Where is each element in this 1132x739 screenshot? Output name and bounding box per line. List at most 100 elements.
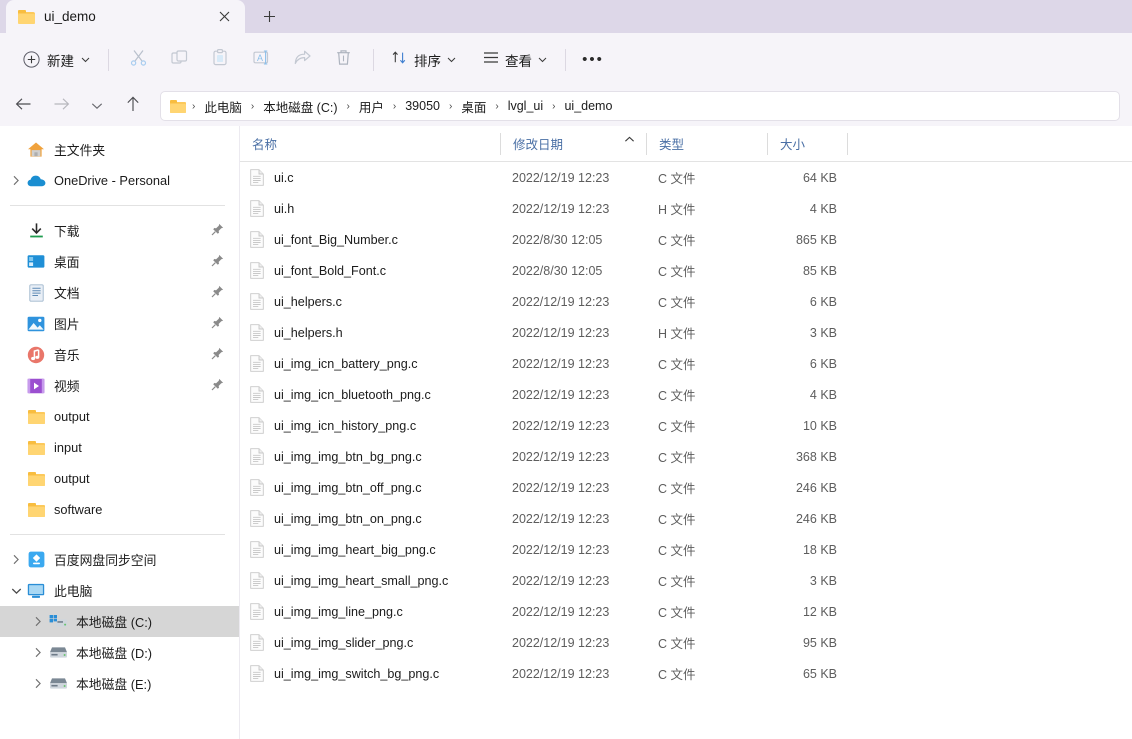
- close-icon[interactable]: [211, 5, 237, 29]
- table-row[interactable]: ui.c 2022/12/19 12:23 C 文件 64 KB: [240, 162, 1132, 193]
- column-resize-handle[interactable]: [767, 133, 768, 155]
- file-name-cell[interactable]: ui_font_Bold_Font.c: [240, 262, 386, 279]
- sidebar-item-OneDrive - Personal[interactable]: OneDrive - Personal: [0, 165, 239, 196]
- table-row[interactable]: ui_img_img_switch_bg_png.c 2022/12/19 12:…: [240, 658, 1132, 689]
- file-name-cell[interactable]: ui_img_img_btn_on_png.c: [240, 510, 422, 527]
- pin-icon[interactable]: [211, 285, 225, 299]
- table-row[interactable]: ui_img_img_heart_small_png.c 2022/12/19 1…: [240, 565, 1132, 596]
- file-name-cell[interactable]: ui_helpers.h: [240, 324, 343, 341]
- table-row[interactable]: ui_font_Bold_Font.c 2022/8/30 12:05 C 文件 85…: [240, 255, 1132, 286]
- sidebar-item-本地磁盘 (C:)[interactable]: 本地磁盘 (C:): [0, 606, 239, 637]
- new-button[interactable]: 新建: [14, 44, 99, 76]
- pin-icon[interactable]: [211, 254, 225, 268]
- back-button[interactable]: [8, 91, 38, 121]
- sidebar-item-input[interactable]: input: [0, 432, 239, 463]
- table-row[interactable]: ui_img_img_heart_big_png.c 2022/12/19 12:…: [240, 534, 1132, 565]
- sidebar-item-音乐[interactable]: 音乐: [0, 339, 239, 370]
- file-name-cell[interactable]: ui_img_img_line_png.c: [240, 603, 403, 620]
- column-resize-handle[interactable]: [847, 133, 848, 155]
- breadcrumb-item-2[interactable]: 用户: [354, 94, 389, 119]
- sidebar-item-桌面[interactable]: 桌面: [0, 246, 239, 277]
- pin-icon[interactable]: [211, 378, 225, 392]
- breadcrumb[interactable]: › 此电脑 › 本地磁盘 (C:) › 用户 › 39050 › 桌面 › lv…: [160, 91, 1120, 121]
- forward-button[interactable]: [46, 91, 76, 121]
- chevron-right-icon[interactable]: [28, 668, 48, 699]
- table-row[interactable]: ui_helpers.c 2022/12/19 12:23 C 文件 6 KB: [240, 286, 1132, 317]
- table-row[interactable]: ui_img_icn_bluetooth_png.c 2022/12/19 12:…: [240, 379, 1132, 410]
- table-row[interactable]: ui_helpers.h 2022/12/19 12:23 H 文件 3 KB: [240, 317, 1132, 348]
- new-tab-button[interactable]: [254, 2, 284, 30]
- table-row[interactable]: ui_img_img_btn_on_png.c 2022/12/19 12:23 C…: [240, 503, 1132, 534]
- file-name-cell[interactable]: ui_img_img_heart_small_png.c: [240, 572, 448, 589]
- view-button[interactable]: 查看: [475, 43, 555, 76]
- sidebar-item-本地磁盘 (D:)[interactable]: 本地磁盘 (D:): [0, 637, 239, 668]
- sidebar-item-主文件夹[interactable]: 主文件夹: [0, 134, 239, 165]
- breadcrumb-item-6[interactable]: ui_demo: [559, 96, 617, 116]
- table-row[interactable]: ui_img_icn_history_png.c 2022/12/19 12:23…: [240, 410, 1132, 441]
- tab-ui-demo[interactable]: ui_demo: [6, 0, 245, 33]
- chevron-down-icon[interactable]: [6, 575, 26, 606]
- file-name-cell[interactable]: ui_img_img_heart_big_png.c: [240, 541, 436, 558]
- navigation-pane[interactable]: 主文件夹 OneDrive - Personal 下载 桌面 文档 图片 音乐 视频 outp…: [0, 126, 240, 739]
- file-size-cell: 4 KB: [809, 201, 837, 216]
- column-header-name[interactable]: 名称: [240, 126, 501, 162]
- column-resize-handle[interactable]: [646, 133, 647, 155]
- file-name-cell[interactable]: ui_img_img_btn_off_png.c: [240, 479, 422, 496]
- chevron-right-icon[interactable]: [6, 165, 26, 196]
- column-header-row: 名称 修改日期 类型 大小: [240, 126, 1132, 162]
- chevron-right-icon[interactable]: [6, 544, 26, 575]
- breadcrumb-item-1[interactable]: 本地磁盘 (C:): [258, 94, 342, 119]
- more-options-button[interactable]: •••: [575, 43, 611, 76]
- table-row[interactable]: ui_img_img_btn_bg_png.c 2022/12/19 12:23 C…: [240, 441, 1132, 472]
- cut-button[interactable]: [118, 43, 159, 76]
- sidebar-item-图片[interactable]: 图片: [0, 308, 239, 339]
- chevron-right-icon[interactable]: [28, 606, 48, 637]
- file-name-cell[interactable]: ui_font_Big_Number.c: [240, 231, 398, 248]
- recent-locations-button[interactable]: [82, 91, 112, 121]
- copy-button[interactable]: [159, 43, 200, 76]
- file-name-cell[interactable]: ui_img_icn_history_png.c: [240, 417, 416, 434]
- table-row[interactable]: ui_img_img_line_png.c 2022/12/19 12:23 C 文…: [240, 596, 1132, 627]
- sort-button[interactable]: 排序: [383, 43, 464, 76]
- column-header-type[interactable]: 类型: [647, 126, 768, 162]
- sidebar-item-output[interactable]: output: [0, 401, 239, 432]
- breadcrumb-item-5[interactable]: lvgl_ui: [503, 96, 548, 116]
- breadcrumb-item-3[interactable]: 39050: [400, 96, 445, 116]
- table-row[interactable]: ui_img_img_slider_png.c 2022/12/19 12:23 C…: [240, 627, 1132, 658]
- pin-icon[interactable]: [211, 223, 225, 237]
- breadcrumb-item-4[interactable]: 桌面: [456, 94, 491, 119]
- file-name-cell[interactable]: ui_img_img_slider_png.c: [240, 634, 413, 651]
- file-name-cell[interactable]: ui_img_img_btn_bg_png.c: [240, 448, 422, 465]
- sidebar-item-下载[interactable]: 下载: [0, 215, 239, 246]
- file-name-cell[interactable]: ui.c: [240, 169, 294, 186]
- column-resize-handle[interactable]: [500, 133, 501, 155]
- sidebar-item-视频[interactable]: 视频: [0, 370, 239, 401]
- table-row[interactable]: ui_font_Big_Number.c 2022/8/30 12:05 C 文件 8…: [240, 224, 1132, 255]
- table-row[interactable]: ui_img_icn_battery_png.c 2022/12/19 12:23…: [240, 348, 1132, 379]
- breadcrumb-item-0[interactable]: 此电脑: [199, 94, 247, 119]
- pin-icon[interactable]: [211, 316, 225, 330]
- file-list[interactable]: ui.c 2022/12/19 12:23 C 文件 64 KB ui.h 2022/12…: [240, 162, 1132, 689]
- rename-button[interactable]: A: [241, 43, 282, 76]
- file-name-cell[interactable]: ui_helpers.c: [240, 293, 342, 310]
- table-row[interactable]: ui_img_img_btn_off_png.c 2022/12/19 12:23…: [240, 472, 1132, 503]
- sidebar-item-百度网盘同步空间[interactable]: 百度网盘同步空间: [0, 544, 239, 575]
- sidebar-item-output[interactable]: output: [0, 463, 239, 494]
- sidebar-item-文档[interactable]: 文档: [0, 277, 239, 308]
- file-name-cell[interactable]: ui_img_icn_battery_png.c: [240, 355, 418, 372]
- folder-icon: [26, 407, 46, 427]
- sidebar-item-software[interactable]: software: [0, 494, 239, 525]
- up-button[interactable]: [118, 91, 148, 121]
- share-button[interactable]: [282, 43, 323, 76]
- table-row[interactable]: ui.h 2022/12/19 12:23 H 文件 4 KB: [240, 193, 1132, 224]
- file-name-cell[interactable]: ui.h: [240, 200, 294, 217]
- file-name-cell[interactable]: ui_img_icn_bluetooth_png.c: [240, 386, 431, 403]
- sidebar-item-本地磁盘 (E:)[interactable]: 本地磁盘 (E:): [0, 668, 239, 699]
- sidebar-item-此电脑[interactable]: 此电脑: [0, 575, 239, 606]
- file-name-cell[interactable]: ui_img_img_switch_bg_png.c: [240, 665, 439, 682]
- pin-icon[interactable]: [211, 347, 225, 361]
- delete-button[interactable]: [323, 43, 364, 76]
- paste-button[interactable]: [200, 43, 241, 76]
- chevron-right-icon[interactable]: [28, 637, 48, 668]
- column-header-size[interactable]: 大小: [768, 126, 848, 162]
